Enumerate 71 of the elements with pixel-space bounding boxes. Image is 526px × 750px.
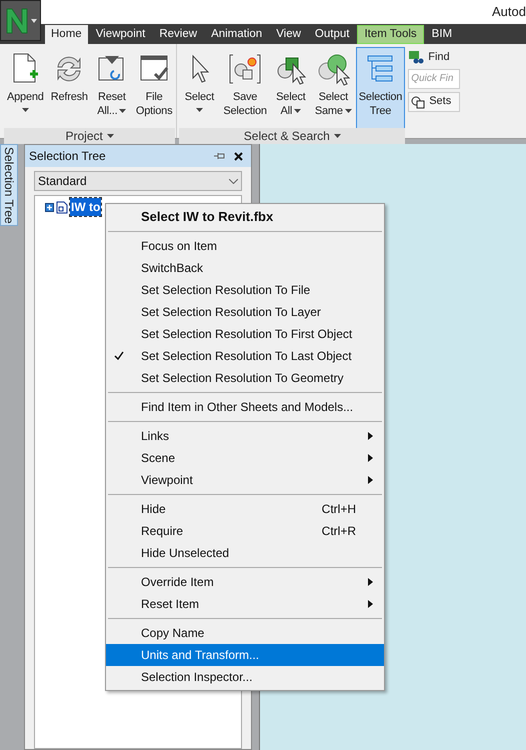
expand-icon[interactable] bbox=[45, 202, 54, 212]
group-label[interactable]: Select & Search bbox=[179, 128, 406, 144]
ribbon-tab[interactable]: Review bbox=[153, 25, 204, 44]
chevron-down-icon bbox=[229, 178, 238, 184]
menu-item[interactable]: SwitchBack bbox=[106, 257, 384, 279]
ribbon-tab[interactable]: Home bbox=[45, 25, 88, 44]
binoculars-icon bbox=[408, 49, 424, 66]
ribbon-tab[interactable]: View bbox=[270, 25, 307, 44]
app-logo-icon bbox=[4, 6, 28, 34]
submenu-arrow-icon bbox=[368, 600, 373, 608]
ribbon-button[interactable]: Selection Tree bbox=[356, 47, 406, 129]
ribbon-tab[interactable]: Item Tools bbox=[357, 25, 424, 44]
find-button[interactable]: Find bbox=[408, 49, 460, 66]
menu-item[interactable]: Set Selection Resolution To Layer bbox=[106, 301, 384, 323]
ribbon-tab[interactable]: Animation bbox=[205, 25, 268, 44]
ribbon-button[interactable]: Select bbox=[179, 47, 220, 129]
tree-item[interactable]: IW to bbox=[70, 198, 102, 216]
ribbon-tab[interactable]: Viewpoint bbox=[90, 25, 152, 44]
ribbon-button[interactable]: Select Same bbox=[312, 47, 355, 129]
ribbon-button[interactable]: Append bbox=[4, 47, 47, 129]
sets-icon bbox=[411, 94, 426, 108]
ribbon-button[interactable]: File Options bbox=[132, 47, 176, 129]
pin-icon[interactable] bbox=[214, 151, 226, 161]
ribbon-button[interactable]: Save Selection bbox=[220, 47, 270, 129]
check-icon bbox=[114, 349, 124, 361]
menu-item[interactable]: Copy Name bbox=[106, 622, 384, 644]
menu-item[interactable]: Viewpoint bbox=[106, 469, 384, 491]
ribbon-button[interactable]: Refresh bbox=[48, 47, 91, 129]
menu-item[interactable]: Scene bbox=[106, 447, 384, 469]
group-label[interactable]: Project bbox=[4, 128, 176, 144]
menu-item[interactable]: Reset Item bbox=[106, 593, 384, 615]
menu-header[interactable]: Select IW to Revit.fbx bbox=[106, 206, 384, 228]
submenu-arrow-icon bbox=[368, 578, 373, 586]
menu-item[interactable]: Set Selection Resolution To File bbox=[106, 279, 384, 301]
close-icon[interactable] bbox=[234, 152, 243, 160]
caret-icon bbox=[334, 134, 341, 138]
select-same-icon bbox=[316, 52, 350, 86]
menu-item[interactable]: Focus on Item bbox=[106, 235, 384, 257]
caret-icon bbox=[294, 109, 302, 113]
menu-item[interactable]: Selection Inspector... bbox=[106, 666, 384, 688]
menu-item[interactable]: Hide Ctrl+H bbox=[106, 498, 384, 520]
menu-item[interactable]: Set Selection Resolution To First Object bbox=[106, 323, 384, 345]
menu-item[interactable]: Find Item in Other Sheets and Models... bbox=[106, 396, 384, 418]
menu-item[interactable]: Links bbox=[106, 425, 384, 447]
panel-title: Selection Tree bbox=[29, 148, 107, 165]
menu-item[interactable]: Units and Transform... bbox=[106, 644, 384, 666]
app-menu-button[interactable] bbox=[0, 0, 41, 41]
file-icon bbox=[56, 200, 68, 214]
caret-icon bbox=[22, 108, 29, 112]
submenu-arrow-icon bbox=[368, 432, 373, 440]
sets-button[interactable]: Sets bbox=[408, 92, 460, 112]
ribbon-button[interactable]: Reset All... bbox=[92, 47, 132, 129]
window-title: Autod bbox=[492, 3, 526, 22]
submenu-arrow-icon bbox=[368, 476, 373, 484]
submenu-arrow-icon bbox=[368, 454, 373, 462]
caret-icon bbox=[196, 108, 203, 112]
menu-item[interactable]: Set Selection Resolution To Geometry bbox=[106, 367, 384, 389]
menu-item[interactable]: Override Item bbox=[106, 571, 384, 593]
caret-icon bbox=[344, 109, 352, 113]
menu-item[interactable]: Hide Unselected bbox=[106, 542, 384, 564]
ribbon-tab[interactable]: BIM bbox=[426, 25, 458, 44]
menu-item[interactable]: Set Selection Resolution To Last Object bbox=[106, 345, 384, 367]
ribbon-tab[interactable]: Output bbox=[308, 25, 356, 44]
ribbon-button[interactable]: Select All bbox=[270, 47, 311, 129]
quick-find-field[interactable]: Quick Fin bbox=[408, 68, 460, 88]
save-selection-icon bbox=[228, 52, 262, 86]
caret-icon bbox=[106, 134, 114, 138]
side-tab[interactable]: Selection Tree bbox=[0, 144, 18, 226]
mode-dropdown[interactable]: Standard bbox=[34, 171, 242, 191]
caret-icon bbox=[119, 109, 126, 113]
menu-item[interactable]: Require Ctrl+R bbox=[106, 520, 384, 542]
